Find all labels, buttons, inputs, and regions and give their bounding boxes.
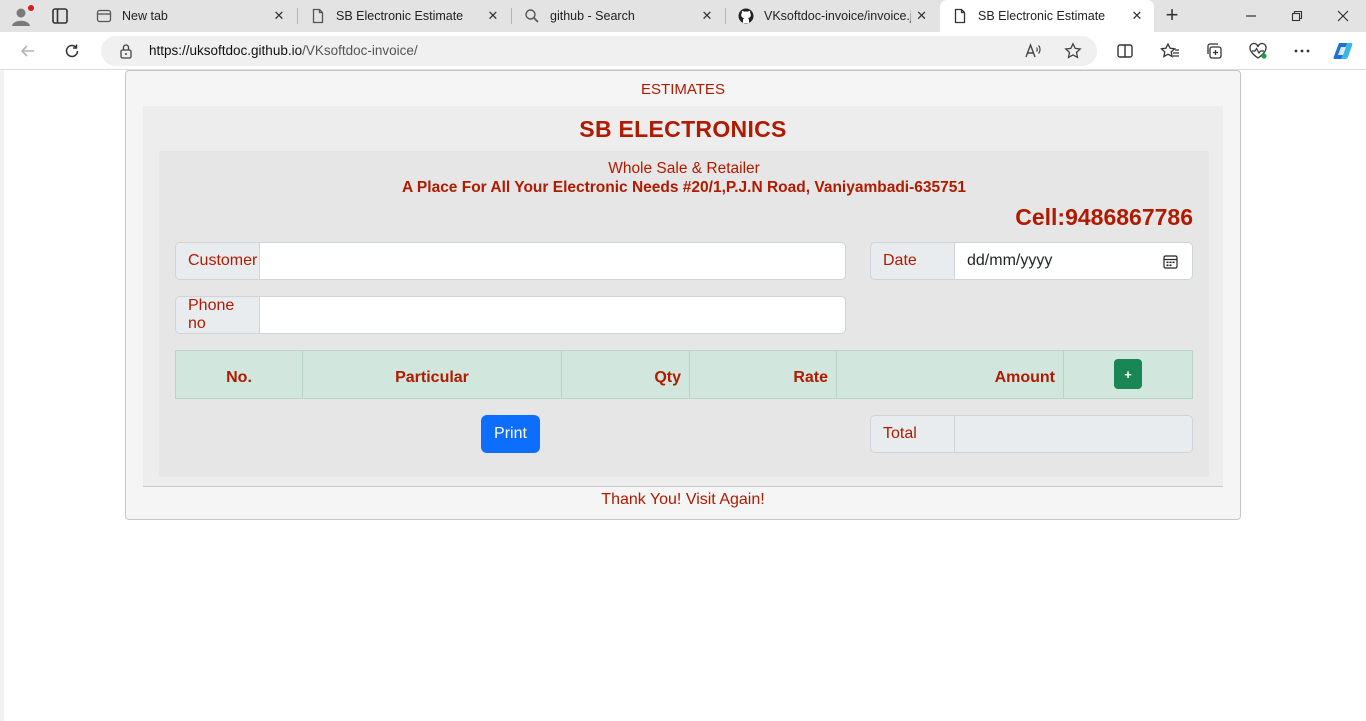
new-tab-button[interactable]: + (1160, 4, 1184, 27)
phone-label: Phone no (175, 296, 260, 334)
column-header-qty: Qty (562, 351, 690, 398)
estimate-form-panel: Whole Sale & Retailer A Place For All Yo… (159, 151, 1209, 477)
more-horizontal-icon (1294, 49, 1310, 53)
card-header: ESTIMATES (641, 81, 725, 98)
tab-bar: New tab ✕ SB Electronic Estimate ✕ githu… (0, 0, 1366, 32)
footer-message: Thank You! Visit Again! (601, 491, 765, 508)
refresh-icon (65, 44, 79, 58)
date-input-group: Date dd/mm/yyyy (870, 242, 1193, 280)
star-icon (1064, 42, 1082, 59)
performance-button[interactable] (1247, 40, 1269, 62)
tab-label: SB Electronic Estimate (978, 9, 1106, 23)
column-header-rate: Rate (690, 351, 837, 398)
page-icon (96, 9, 112, 23)
collections-icon (1207, 43, 1222, 59)
close-icon (1337, 10, 1349, 22)
favorites-icon (1160, 42, 1179, 58)
tab-sb-estimate-active[interactable]: SB Electronic Estimate ✕ (940, 0, 1154, 32)
close-window-button[interactable] (1328, 4, 1358, 28)
url-host: https://uksoftdoc.github.io (149, 43, 303, 58)
shop-name: SB ELECTRONICS (579, 116, 787, 142)
add-row-button[interactable]: + (1114, 359, 1142, 389)
notification-dot (28, 5, 34, 11)
items-table-header: No. Particular Qty Rate Amount + (175, 350, 1193, 399)
url-path: /VKsoftdoc-invoice/ (302, 43, 418, 58)
read-aloud-icon (1025, 43, 1041, 58)
column-header-particular: Particular (303, 351, 562, 398)
browser-toolbar: https://uksoftdoc.github.io/VKsoftdoc-in… (0, 32, 1366, 70)
lock-icon[interactable] (119, 43, 133, 59)
print-button[interactable]: Print (481, 415, 540, 453)
shop-cell-number: Cell:9486867786 (1015, 204, 1193, 230)
close-icon[interactable]: ✕ (911, 5, 932, 27)
split-screen-button[interactable] (1114, 40, 1136, 62)
date-label: Date (870, 242, 955, 280)
tab-label: SB Electronic Estimate (336, 9, 464, 23)
minimize-button[interactable] (1236, 4, 1266, 28)
tab-actions-icon[interactable] (48, 6, 72, 26)
close-icon[interactable]: ✕ (482, 5, 504, 27)
tab-label: VKsoftdoc-invoice/invoice.js (764, 9, 912, 23)
shop-tagline: Whole Sale & Retailer (608, 160, 760, 177)
footer-divider (143, 486, 1223, 487)
tab-label: github - Search (550, 9, 635, 23)
tab-label: New tab (122, 9, 168, 23)
back-button[interactable] (16, 39, 40, 63)
shop-panel: SB ELECTRONICS Whole Sale & Retailer A P… (143, 106, 1223, 486)
tab-sb-estimate-1[interactable]: SB Electronic Estimate ✕ (298, 0, 510, 32)
close-icon[interactable]: ✕ (268, 5, 290, 27)
customer-label: Customer (175, 242, 260, 280)
refresh-button[interactable] (60, 39, 84, 63)
favorite-button[interactable] (1063, 41, 1083, 61)
column-header-amount: Amount (837, 351, 1064, 398)
restore-button[interactable] (1282, 4, 1312, 28)
phone-input-group: Phone no (175, 296, 846, 334)
calendar-icon[interactable] (1163, 254, 1178, 269)
close-icon[interactable]: ✕ (1126, 5, 1148, 27)
copilot-button[interactable] (1332, 40, 1354, 62)
search-icon (525, 9, 539, 23)
total-input (955, 415, 1193, 453)
phone-input[interactable] (260, 296, 846, 334)
tab-github-invoice[interactable]: VKsoftdoc-invoice/invoice.js ✕ (726, 0, 938, 32)
restore-icon (1291, 10, 1303, 22)
shop-address: A Place For All Your Electronic Needs #2… (402, 179, 966, 196)
favorites-button[interactable] (1159, 40, 1181, 62)
document-icon (312, 8, 324, 24)
collections-button[interactable] (1203, 40, 1225, 62)
read-aloud-button[interactable] (1023, 41, 1043, 61)
copilot-icon (1333, 43, 1353, 59)
split-screen-icon (1117, 44, 1133, 58)
address-bar[interactable]: https://uksoftdoc.github.io/VKsoftdoc-in… (101, 36, 1097, 66)
total-input-group: Total (870, 415, 1193, 453)
document-icon (954, 8, 966, 24)
date-placeholder: dd/mm/yyyy (967, 252, 1053, 269)
total-label: Total (870, 415, 955, 453)
estimate-card: ESTIMATES SB ELECTRONICS Whole Sale & Re… (125, 70, 1241, 520)
customer-input[interactable] (260, 242, 846, 280)
tab-github-search[interactable]: github - Search ✕ (512, 0, 724, 32)
tab-new-tab[interactable]: New tab ✕ (84, 0, 296, 32)
date-input[interactable]: dd/mm/yyyy (955, 242, 1193, 280)
settings-more-button[interactable] (1291, 40, 1313, 62)
heart-pulse-icon (1249, 42, 1267, 59)
page-viewport: ESTIMATES SB ELECTRONICS Whole Sale & Re… (4, 70, 1366, 721)
column-header-no: No. (176, 351, 303, 398)
url-text[interactable]: https://uksoftdoc.github.io/VKsoftdoc-in… (149, 43, 418, 58)
minimize-icon (1246, 15, 1256, 17)
close-icon[interactable]: ✕ (696, 5, 718, 27)
arrow-left-icon (20, 45, 34, 57)
customer-input-group: Customer (175, 242, 846, 280)
github-icon (738, 8, 754, 24)
